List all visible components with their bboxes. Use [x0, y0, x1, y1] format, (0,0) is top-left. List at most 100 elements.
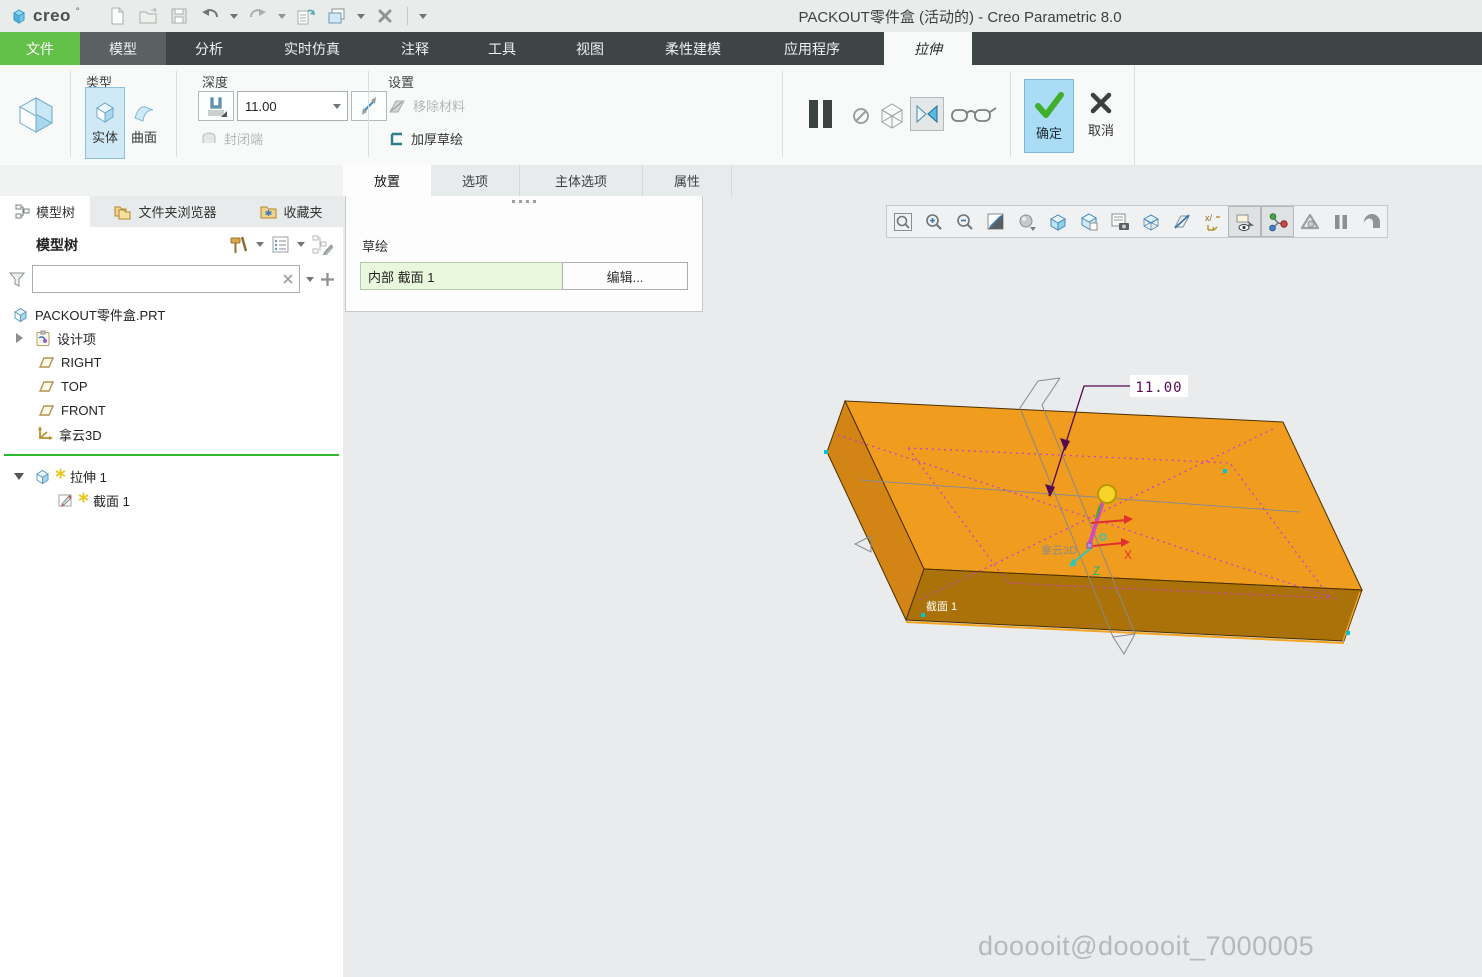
- window-menu-caret[interactable]: [357, 14, 365, 19]
- tree-item-front-plane[interactable]: FRONT: [0, 398, 343, 422]
- tree-tools-caret[interactable]: [256, 242, 264, 247]
- panel-grip-dots[interactable]: [512, 200, 536, 203]
- redo-menu-caret[interactable]: [278, 14, 286, 19]
- sketch-reference-field[interactable]: 内部 截面 1: [360, 262, 565, 290]
- refit-button[interactable]: [887, 207, 918, 236]
- tab-favorites[interactable]: 收藏夹: [240, 196, 343, 227]
- zoom-in-button[interactable]: [918, 207, 949, 236]
- annotation-display-button[interactable]: x/: [1197, 207, 1228, 236]
- collapse-arrow-icon[interactable]: [14, 473, 24, 480]
- edit-sketch-button[interactable]: 编辑...: [562, 262, 688, 290]
- ok-button[interactable]: 确定: [1024, 79, 1074, 153]
- flip-direction-button[interactable]: [351, 91, 387, 121]
- tab-annotate[interactable]: 注释: [372, 32, 458, 65]
- expand-arrow-icon[interactable]: [16, 333, 23, 343]
- solid-icon: [93, 100, 117, 124]
- tree-item-section1[interactable]: 截面 1: [0, 488, 343, 512]
- tab-applications[interactable]: 应用程序: [752, 32, 872, 65]
- tab-options[interactable]: 选项: [431, 165, 520, 196]
- section-button[interactable]: [1166, 207, 1197, 236]
- cancel-button[interactable]: 取消: [1077, 79, 1125, 151]
- tree-item-extrude1[interactable]: 拉伸 1: [0, 464, 343, 488]
- new-file-icon[interactable]: [106, 5, 128, 27]
- ok-check-icon: [1033, 91, 1065, 119]
- shading-style-button[interactable]: [1011, 207, 1042, 236]
- display-style-button[interactable]: [1042, 207, 1073, 236]
- close-icon[interactable]: [374, 5, 396, 27]
- surface-type-button[interactable]: 曲面: [124, 87, 164, 159]
- tab-file[interactable]: 文件: [0, 32, 80, 65]
- model-left-face[interactable]: [827, 401, 924, 620]
- remove-material-option[interactable]: 移除材料: [388, 96, 465, 115]
- window-switch-icon[interactable]: [326, 5, 348, 27]
- depth-value-input[interactable]: 11.00: [237, 91, 348, 121]
- no-preview-button[interactable]: [852, 107, 870, 130]
- drag-handle-group[interactable]: X Z: [1069, 485, 1133, 578]
- tree-item-part[interactable]: PACKOUT零件盒.PRT: [0, 302, 343, 326]
- tab-placement[interactable]: 放置: [343, 165, 431, 196]
- tab-model-tree[interactable]: 模型树: [0, 196, 90, 227]
- dashboard-end-separator: [1134, 65, 1135, 165]
- wireframe-preview-button[interactable]: [877, 100, 907, 135]
- model-top-face[interactable]: [845, 401, 1362, 590]
- depth-dropdown-caret[interactable]: [333, 104, 341, 109]
- open-file-icon[interactable]: [137, 5, 159, 27]
- tree-item-top-plane[interactable]: TOP: [0, 374, 343, 398]
- tab-extrude[interactable]: 拉伸: [884, 32, 972, 65]
- tree-tools-icon[interactable]: [229, 235, 249, 255]
- tab-model[interactable]: 模型: [80, 32, 166, 65]
- undo-icon[interactable]: [199, 5, 221, 27]
- resume-button[interactable]: [1356, 207, 1387, 236]
- search-options-caret[interactable]: [306, 277, 314, 282]
- attached-preview-button[interactable]: [910, 97, 944, 131]
- thicken-sketch-option[interactable]: 加厚草绘: [388, 129, 463, 148]
- title-bar: creo°: [0, 0, 1482, 32]
- zoom-out-button[interactable]: [949, 207, 980, 236]
- depth-type-button[interactable]: [198, 91, 234, 121]
- tree-filters-icon[interactable]: [271, 235, 290, 254]
- tab-tools[interactable]: 工具: [458, 32, 546, 65]
- tree-item-right-plane[interactable]: RIGHT: [0, 350, 343, 374]
- geometry-display-button[interactable]: [1294, 207, 1325, 236]
- save-icon[interactable]: [168, 5, 190, 27]
- tab-flexible-modeling[interactable]: 柔性建模: [634, 32, 752, 65]
- tree-filters-caret[interactable]: [297, 242, 305, 247]
- tab-live-simulation[interactable]: 实时仿真: [252, 32, 372, 65]
- tab-view[interactable]: 视图: [546, 32, 634, 65]
- depth-dimension[interactable]: 11.00: [1045, 375, 1188, 497]
- depth-drag-handle[interactable]: [1098, 485, 1116, 503]
- repaint-button[interactable]: [980, 207, 1011, 236]
- filter-funnel-icon[interactable]: [8, 271, 26, 288]
- tree-item-csys[interactable]: 拿云3D: [0, 422, 343, 446]
- tree-columns-icon[interactable]: [312, 235, 333, 255]
- undo-menu-caret[interactable]: [230, 14, 238, 19]
- dimension-value[interactable]: 11.00: [1135, 380, 1182, 396]
- closed-end-option[interactable]: 封闭端: [200, 129, 263, 148]
- expand-tree-icon[interactable]: [320, 272, 335, 287]
- saved-orientations-button[interactable]: [1073, 207, 1104, 236]
- verify-button[interactable]: [950, 105, 998, 132]
- datum-display-filters-button[interactable]: [1228, 206, 1261, 237]
- graphics-area[interactable]: 11.00 X Z 拿云3D 截面 1: [343, 196, 1482, 977]
- redo-icon[interactable]: [247, 5, 269, 27]
- clear-search-icon[interactable]: [282, 273, 294, 285]
- insert-here-indicator[interactable]: [4, 454, 339, 456]
- design-items-icon: [35, 330, 51, 347]
- spin-center-button[interactable]: [1261, 206, 1294, 237]
- tab-properties[interactable]: 属性: [643, 165, 732, 196]
- tab-analysis[interactable]: 分析: [166, 32, 252, 65]
- solid-type-button[interactable]: 实体: [85, 87, 125, 159]
- pause-button[interactable]: [806, 98, 834, 135]
- tab-body-options[interactable]: 主体选项: [520, 165, 643, 196]
- extrude-dashboard: 类型 实体 曲面 深度: [0, 65, 1482, 166]
- viewport-pause-button[interactable]: [1325, 207, 1356, 236]
- tree-item-label: 设计项: [57, 329, 96, 348]
- regenerate-icon[interactable]: [295, 5, 317, 27]
- model-front-face[interactable]: [906, 569, 1362, 641]
- tree-item-design-items[interactable]: 设计项: [0, 326, 343, 350]
- view-manager-button[interactable]: [1104, 207, 1135, 236]
- tree-search-input[interactable]: [32, 265, 300, 293]
- customize-toolbar-caret[interactable]: [419, 14, 427, 19]
- tab-folder-browser[interactable]: 文件夹浏览器: [90, 196, 240, 227]
- transparent-display-button[interactable]: [1135, 207, 1166, 236]
